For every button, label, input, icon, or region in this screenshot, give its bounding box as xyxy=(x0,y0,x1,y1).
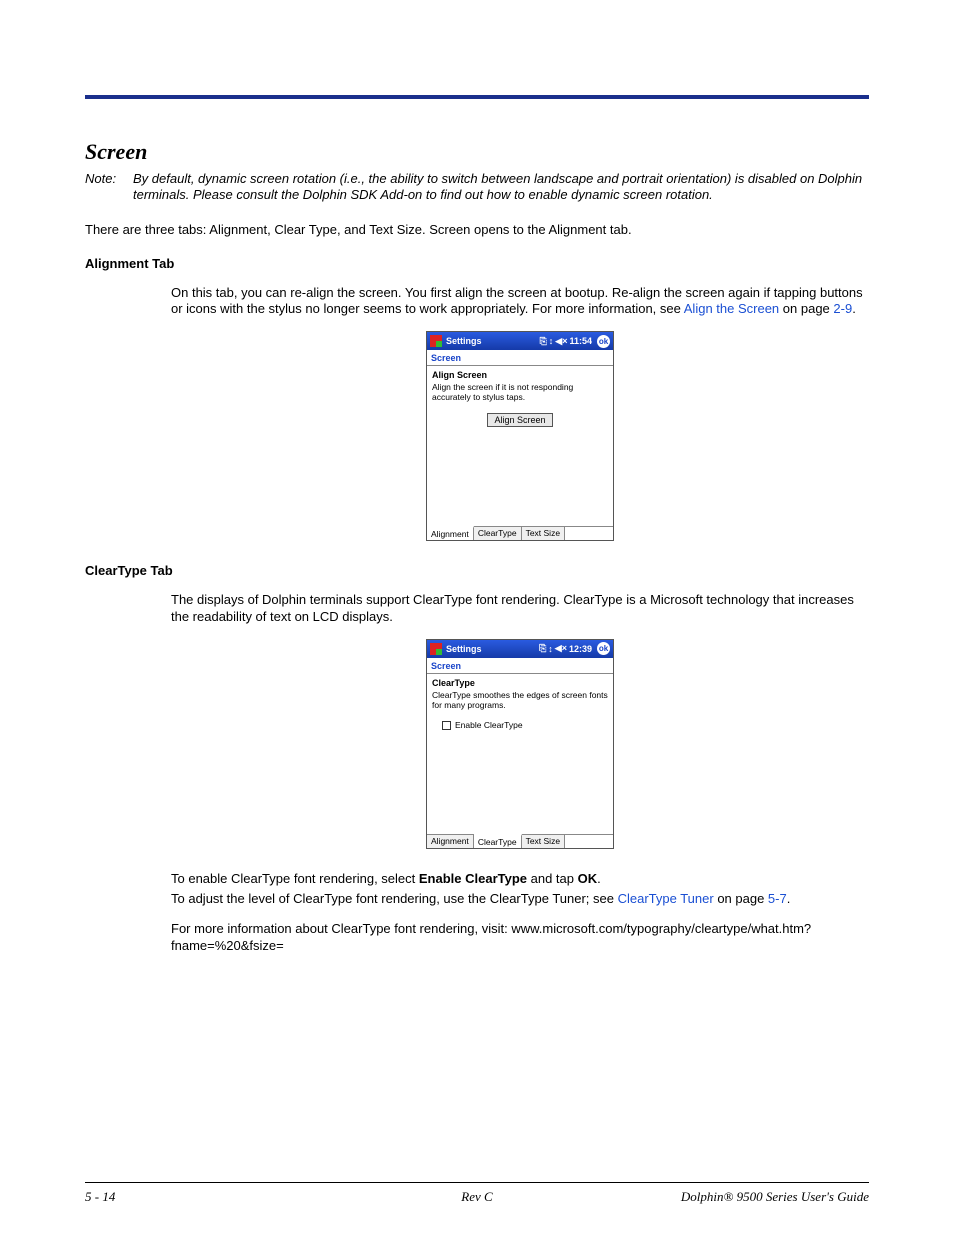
tab-textsize[interactable]: Text Size xyxy=(522,835,566,848)
cleartype-paragraph: The displays of Dolphin terminals suppor… xyxy=(171,592,869,625)
device-body: ClearType ClearType smoothes the edges o… xyxy=(427,674,613,834)
enable-pre: To enable ClearType font rendering, sele… xyxy=(171,871,419,886)
alignment-heading: Alignment Tab xyxy=(85,256,869,271)
note-block: Note: By default, dynamic screen rotatio… xyxy=(85,171,869,204)
device-titlebar: Settings ⎘ ↕ ◀× 11:54 ok xyxy=(427,332,613,350)
body-description: Align the screen if it is not responding… xyxy=(432,382,608,402)
note-text: By default, dynamic screen rotation (i.e… xyxy=(133,171,869,204)
device-tray: ⎘ ↕ ◀× 11:54 ok xyxy=(540,335,610,348)
checkbox-box-icon xyxy=(442,721,451,730)
tab-alignment[interactable]: Alignment xyxy=(427,835,474,848)
windows-flag-icon xyxy=(430,335,442,347)
tab-textsize[interactable]: Text Size xyxy=(522,527,566,540)
align-screen-button[interactable]: Align Screen xyxy=(487,413,552,427)
device-subheader: Screen xyxy=(427,658,613,674)
ok-button[interactable]: ok xyxy=(597,335,610,348)
device-body: Align Screen Align the screen if it is n… xyxy=(427,366,613,526)
cleartype-tuner-link[interactable]: ClearType Tuner xyxy=(618,891,714,906)
footer-rev: Rev C xyxy=(461,1189,492,1205)
enable-bold1: Enable ClearType xyxy=(419,871,527,886)
adjust-mid: on page xyxy=(714,891,768,906)
device-subheader: Screen xyxy=(427,350,613,366)
cleartype-heading: ClearType Tab xyxy=(85,563,869,578)
footer-guide: Dolphin® 9500 Series User's Guide xyxy=(681,1189,869,1205)
body-heading: Align Screen xyxy=(432,370,608,380)
adjust-post: . xyxy=(787,891,791,906)
device-time: 12:39 xyxy=(569,644,592,654)
tab-cleartype[interactable]: ClearType xyxy=(474,527,522,540)
enable-bold2: OK xyxy=(578,871,598,886)
device-time: 11:54 xyxy=(569,336,592,346)
cleartype-block: The displays of Dolphin terminals suppor… xyxy=(171,592,869,954)
align-screen-link[interactable]: Align the Screen xyxy=(684,301,779,316)
body-description: ClearType smoothes the edges of screen f… xyxy=(432,690,608,710)
signal-icon: ↕ xyxy=(549,336,554,346)
alignment-pageref: 2-9 xyxy=(833,301,852,316)
more-info: For more information about ClearType fon… xyxy=(171,921,869,954)
enable-cleartype-checkbox[interactable]: Enable ClearType xyxy=(442,720,608,730)
ok-button[interactable]: ok xyxy=(597,642,610,655)
note-label: Note: xyxy=(85,171,133,204)
enable-mid: and tap xyxy=(527,871,578,886)
enable-instruction: To enable ClearType font rendering, sele… xyxy=(171,871,869,887)
signal-icon: ↕ xyxy=(548,644,553,654)
device-tabs: Alignment ClearType Text Size xyxy=(427,834,613,848)
tab-alignment[interactable]: Alignment xyxy=(427,526,474,540)
device-title: Settings xyxy=(446,336,540,346)
enable-post: . xyxy=(597,871,601,886)
adjust-pageref: 5-7 xyxy=(768,891,787,906)
tray-icon: ⎘ xyxy=(539,643,546,654)
alignment-period: . xyxy=(852,301,856,316)
tray-icon: ⎘ xyxy=(540,336,547,347)
alignment-text-post: on page xyxy=(779,301,833,316)
adjust-pre: To adjust the level of ClearType font re… xyxy=(171,891,618,906)
adjust-instruction: To adjust the level of ClearType font re… xyxy=(171,891,869,907)
device-screenshot-cleartype: Settings ⎘ ↕ ◀× 12:39 ok Screen ClearTyp… xyxy=(426,639,614,849)
device-tray: ⎘ ↕ ◀× 12:39 ok xyxy=(539,642,610,655)
intro-paragraph: There are three tabs: Alignment, Clear T… xyxy=(85,222,869,238)
alignment-block: On this tab, you can re-align the screen… xyxy=(171,285,869,542)
speaker-icon: ◀× xyxy=(555,336,567,347)
device-titlebar: Settings ⎘ ↕ ◀× 12:39 ok xyxy=(427,640,613,658)
windows-flag-icon xyxy=(430,643,442,655)
device-screenshot-alignment: Settings ⎘ ↕ ◀× 11:54 ok Screen Align Sc… xyxy=(426,331,614,541)
alignment-paragraph: On this tab, you can re-align the screen… xyxy=(171,285,869,318)
tab-cleartype[interactable]: ClearType xyxy=(474,834,522,848)
checkbox-label: Enable ClearType xyxy=(455,720,523,730)
device-tabs: Alignment ClearType Text Size xyxy=(427,526,613,540)
section-heading: Screen xyxy=(85,139,869,165)
device-title: Settings xyxy=(446,644,539,654)
speaker-icon: ◀× xyxy=(555,643,567,654)
footer-page: 5 - 14 xyxy=(85,1189,115,1205)
page-footer: 5 - 14 Rev C Dolphin® 9500 Series User's… xyxy=(85,1182,869,1205)
body-heading: ClearType xyxy=(432,678,608,688)
top-rule xyxy=(85,95,869,99)
